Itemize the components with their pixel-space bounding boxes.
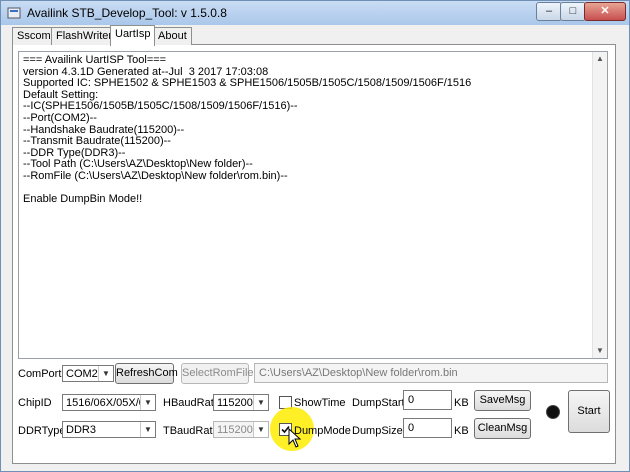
chevron-down-icon: ▼ [140,422,155,437]
close-button[interactable]: ✕ [584,2,626,21]
chevron-down-icon: ▼ [253,395,268,410]
scroll-down-icon[interactable]: ▼ [593,344,607,358]
chevron-down-icon: ▼ [140,395,155,410]
tab-sscom[interactable]: Sscom [12,27,56,45]
tbaudrate-label: TBaudRate [163,425,219,437]
ddrtype-select[interactable]: DDR3 ▼ [62,421,156,438]
comport-select[interactable]: COM2 ▼ [62,365,114,382]
tab-about[interactable]: About [153,27,192,45]
dumpsize-unit: KB [454,425,469,437]
tbaudrate-select[interactable]: 115200 ▼ [213,421,269,438]
start-button[interactable]: Start [568,390,610,433]
tab-uartisp[interactable]: UartIsp [110,25,156,46]
log-output[interactable]: === Availink UartISP Tool=== version 4.3… [18,51,608,359]
minimize-button[interactable]: – [536,2,562,21]
scroll-up-icon[interactable]: ▲ [593,52,607,66]
log-text: === Availink UartISP Tool=== version 4.3… [23,54,472,206]
app-icon [7,7,21,19]
chipid-value: 1516/06X/05X/0 [66,397,145,409]
window-title: Availink STB_Develop_Tool: v 1.5.0.8 [27,6,227,20]
comport-value: COM2 [66,368,98,380]
hbaudrate-select[interactable]: 115200 ▼ [213,394,269,411]
dumpsize-input[interactable]: 0 [403,418,452,438]
rom-path-field[interactable]: C:\Users\AZ\Desktop\New folder\rom.bin [254,363,608,383]
dumpstart-input[interactable]: 0 [403,390,452,410]
dumpstart-label: DumpStart [352,397,405,409]
hbaudrate-label: HBaudRate [163,397,220,409]
tab-flashwriter[interactable]: FlashWriter [51,27,118,45]
chipid-label: ChipID [18,397,52,409]
mouse-pointer-icon [288,428,302,448]
refresh-com-button[interactable]: RefreshCom [115,363,178,384]
showtime-label: ShowTime [294,397,346,409]
title-bar: Availink STB_Develop_Tool: v 1.5.0.8 – □… [1,1,629,25]
hbaudrate-value: 115200 [217,397,253,409]
chevron-down-icon: ▼ [253,422,268,437]
ddrtype-value: DDR3 [66,424,96,436]
dumpsize-label: DumpSize [352,425,403,437]
save-msg-button[interactable]: SaveMsg [474,390,531,411]
log-scrollbar[interactable]: ▲ ▼ [592,52,607,358]
select-rom-file-button[interactable]: SelectRomFile [181,363,254,384]
comport-label: ComPort [18,368,62,380]
chevron-down-icon: ▼ [98,366,113,381]
dumpmode-label: DumpMode [294,425,351,437]
ddrtype-label: DDRType [18,425,66,437]
status-indicator-icon [546,405,560,419]
chipid-select[interactable]: 1516/06X/05X/0 ▼ [62,394,156,411]
dumpstart-unit: KB [454,397,469,409]
clean-msg-button[interactable]: CleanMsg [474,418,531,439]
maximize-button[interactable]: □ [560,2,586,21]
tbaudrate-value: 115200 [217,424,253,436]
